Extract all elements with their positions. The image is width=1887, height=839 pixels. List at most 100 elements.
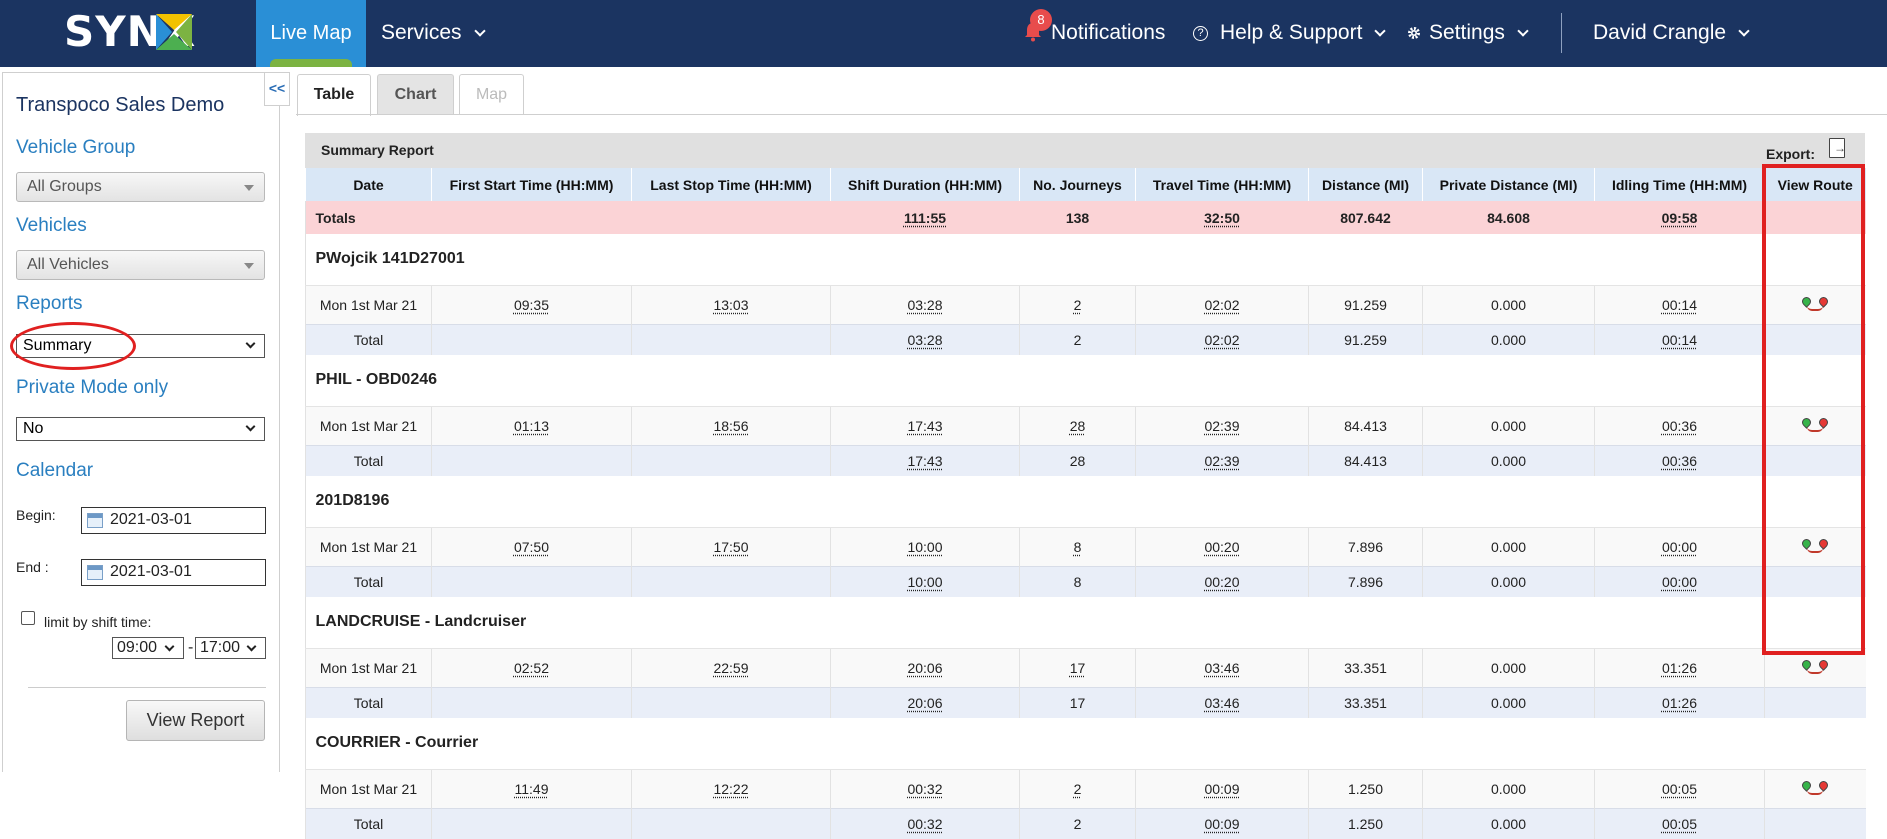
cell-first-start[interactable]: 01:13 xyxy=(431,405,632,445)
cell-empty xyxy=(431,686,632,718)
cell-last-stop[interactable]: 12:22 xyxy=(631,768,831,808)
cell-total-travel[interactable]: 00:09 xyxy=(1135,807,1309,839)
calendar-icon[interactable] xyxy=(87,513,103,528)
cell-total-journeys: 8 xyxy=(1019,565,1136,597)
cell-last-stop[interactable]: 17:50 xyxy=(631,526,831,566)
cell-total-idling[interactable]: 00:00 xyxy=(1594,565,1765,597)
nav-help-label: Help & Support xyxy=(1220,21,1363,44)
cell-total-private: 0.000 xyxy=(1422,565,1595,597)
cell-total-label: Total xyxy=(305,323,432,355)
cell-idling-time[interactable]: 00:14 xyxy=(1594,284,1765,324)
col-last-stop[interactable]: Last Stop Time (HH:MM) xyxy=(631,168,831,201)
col-journeys[interactable]: No. Journeys xyxy=(1019,168,1136,201)
cell-last-stop[interactable]: 13:03 xyxy=(631,284,831,324)
tab-map[interactable]: Map xyxy=(459,74,524,115)
vehicle-group-value: All Groups xyxy=(27,178,102,195)
cell-journeys[interactable]: 2 xyxy=(1019,284,1136,324)
cell-idling-time[interactable]: 00:00 xyxy=(1594,526,1765,566)
cell-view-route xyxy=(1764,768,1866,808)
cell-total-shift[interactable]: 10:00 xyxy=(830,565,1020,597)
cell-shift-duration[interactable]: 00:32 xyxy=(830,768,1020,808)
vehicles-select[interactable]: All Vehicles xyxy=(16,250,265,280)
cell-travel-time[interactable]: 00:09 xyxy=(1135,768,1309,808)
col-travel-time[interactable]: Travel Time (HH:MM) xyxy=(1135,168,1309,201)
table-header-row: Date First Start Time (HH:MM) Last Stop … xyxy=(305,168,1866,201)
totals-travel[interactable]: 32:50 xyxy=(1135,201,1309,234)
view-route-icon[interactable] xyxy=(1800,658,1831,676)
end-date-input[interactable]: 2021-03-01 xyxy=(81,559,266,586)
cell-total-travel[interactable]: 03:46 xyxy=(1135,686,1309,718)
private-mode-label: Private Mode only xyxy=(16,377,169,398)
cell-last-stop[interactable]: 18:56 xyxy=(631,405,831,445)
cell-total-private: 0.000 xyxy=(1422,323,1595,355)
col-distance[interactable]: Distance (MI) xyxy=(1308,168,1423,201)
vehicle-group-select[interactable]: All Groups xyxy=(16,172,265,202)
cell-total-idling[interactable]: 00:36 xyxy=(1594,444,1765,476)
chevron-down-icon xyxy=(473,24,486,37)
cell-idling-time[interactable]: 01:26 xyxy=(1594,647,1765,687)
cell-total-shift[interactable]: 00:32 xyxy=(830,807,1020,839)
cell-shift-duration[interactable]: 10:00 xyxy=(830,526,1020,566)
cell-shift-duration[interactable]: 03:28 xyxy=(830,284,1020,324)
summary-report-panel: Summary Report Export: Date First Start … xyxy=(305,133,1866,839)
cell-first-start[interactable]: 11:49 xyxy=(431,768,632,808)
limit-shift-checkbox[interactable] xyxy=(21,611,35,625)
cell-total-travel[interactable]: 02:39 xyxy=(1135,444,1309,476)
nav-services-label: Services xyxy=(381,21,462,44)
private-mode-select[interactable]: No xyxy=(16,417,265,441)
synx-logo[interactable]: SYNX xyxy=(64,6,195,58)
tab-chart[interactable]: Chart xyxy=(377,74,454,115)
view-route-icon[interactable] xyxy=(1800,779,1831,797)
cell-travel-time[interactable]: 03:46 xyxy=(1135,647,1309,687)
cell-journeys[interactable]: 28 xyxy=(1019,405,1136,445)
shift-end-value: 17:00 xyxy=(200,639,241,656)
cell-empty xyxy=(1764,686,1866,718)
cell-journeys[interactable]: 8 xyxy=(1019,526,1136,566)
cell-total-idling[interactable]: 01:26 xyxy=(1594,686,1765,718)
cell-journeys[interactable]: 2 xyxy=(1019,768,1136,808)
totals-shift[interactable]: 111:55 xyxy=(830,201,1020,234)
cell-first-start[interactable]: 09:35 xyxy=(431,284,632,324)
cell-idling-time[interactable]: 00:05 xyxy=(1594,768,1765,808)
cell-total-travel[interactable]: 02:02 xyxy=(1135,323,1309,355)
cell-total-idling[interactable]: 00:14 xyxy=(1594,323,1765,355)
cell-travel-time[interactable]: 02:39 xyxy=(1135,405,1309,445)
cell-idling-time[interactable]: 00:36 xyxy=(1594,405,1765,445)
cell-travel-time[interactable]: 00:20 xyxy=(1135,526,1309,566)
shift-end-select[interactable]: 17:00 xyxy=(195,637,266,659)
shift-start-select[interactable]: 09:00 xyxy=(112,637,184,659)
nav-user-menu[interactable]: David Crangle xyxy=(1593,21,1750,45)
nav-services[interactable]: Services xyxy=(381,21,486,45)
nav-settings[interactable]: Settings xyxy=(1407,21,1529,45)
collapse-sidebar-button[interactable]: << xyxy=(264,72,290,106)
col-shift-duration[interactable]: Shift Duration (HH:MM) xyxy=(830,168,1020,201)
tab-table[interactable]: Table xyxy=(297,74,371,116)
cell-first-start[interactable]: 02:52 xyxy=(431,647,632,687)
cell-total-shift[interactable]: 20:06 xyxy=(830,686,1020,718)
cell-travel-time[interactable]: 02:02 xyxy=(1135,284,1309,324)
nav-help-support[interactable]: ? Help & Support xyxy=(1193,21,1387,45)
cell-journeys[interactable]: 17 xyxy=(1019,647,1136,687)
cell-first-start[interactable]: 07:50 xyxy=(431,526,632,566)
col-idling-time[interactable]: Idling Time (HH:MM) xyxy=(1594,168,1765,201)
nav-notifications[interactable]: Notifications xyxy=(1051,21,1165,45)
cell-total-idling[interactable]: 00:05 xyxy=(1594,807,1765,839)
cell-total-label: Total xyxy=(305,444,432,476)
cell-distance: 1.250 xyxy=(1308,768,1423,808)
col-date[interactable]: Date xyxy=(305,168,432,201)
cell-shift-duration[interactable]: 17:43 xyxy=(830,405,1020,445)
view-report-button[interactable]: View Report xyxy=(126,700,265,741)
begin-date-input[interactable]: 2021-03-01 xyxy=(81,507,266,534)
cell-total-shift[interactable]: 17:43 xyxy=(830,444,1020,476)
cell-total-travel[interactable]: 00:20 xyxy=(1135,565,1309,597)
calendar-icon[interactable] xyxy=(87,565,103,580)
cell-shift-duration[interactable]: 20:06 xyxy=(830,647,1020,687)
col-private-distance[interactable]: Private Distance (MI) xyxy=(1422,168,1595,201)
export-icon[interactable] xyxy=(1829,138,1846,158)
col-first-start[interactable]: First Start Time (HH:MM) xyxy=(431,168,632,201)
cell-last-stop[interactable]: 22:59 xyxy=(631,647,831,687)
totals-idling[interactable]: 09:58 xyxy=(1594,201,1765,234)
nav-divider xyxy=(1561,13,1562,53)
cell-total-shift[interactable]: 03:28 xyxy=(830,323,1020,355)
nav-live-map[interactable]: Live Map xyxy=(256,0,366,67)
